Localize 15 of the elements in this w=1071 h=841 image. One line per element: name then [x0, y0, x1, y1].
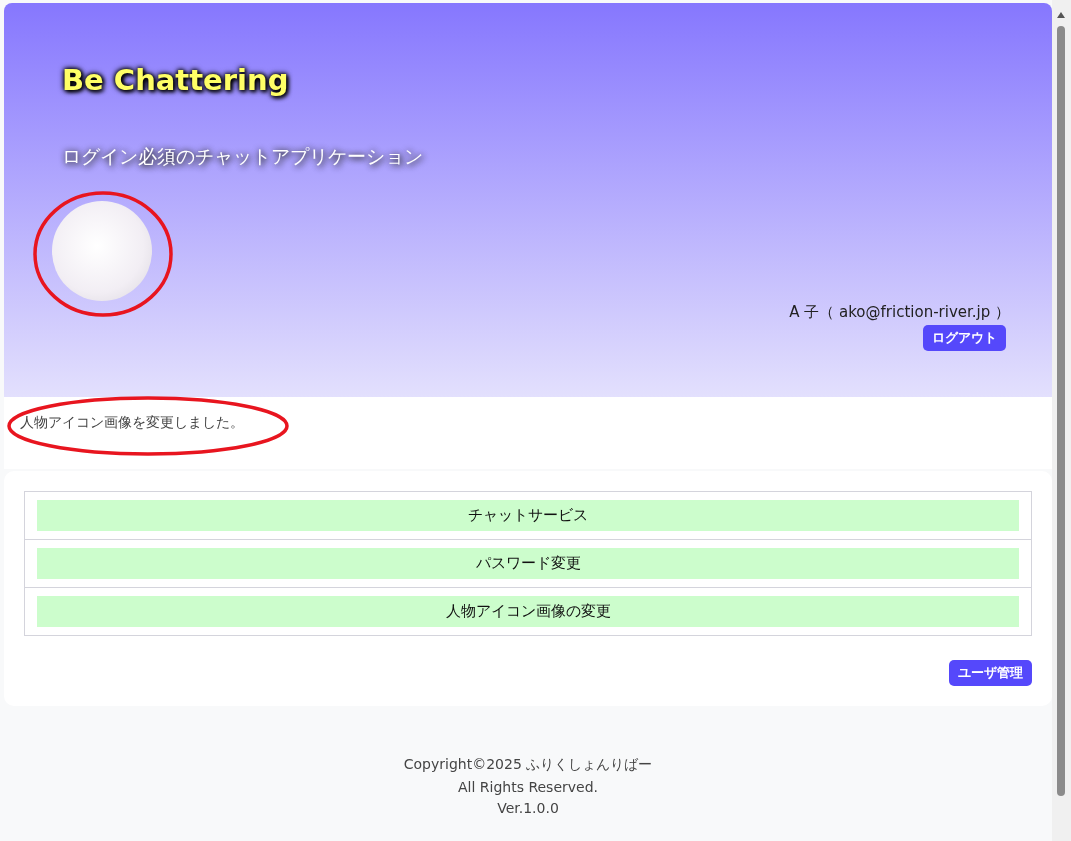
scrollbar-thumb[interactable] [1057, 26, 1065, 796]
user-admin-button[interactable]: ユーザ管理 [949, 660, 1032, 686]
menu-link[interactable]: パスワード変更 [37, 548, 1019, 579]
logout-button[interactable]: ログアウト [923, 325, 1006, 351]
user-name-email: A 子（ ako@friction-river.jp ） [789, 303, 1010, 322]
app-title: Be Chattering [62, 63, 289, 97]
menu-link[interactable]: 人物アイコン画像の変更 [37, 596, 1019, 627]
menu-link[interactable]: チャットサービス [37, 500, 1019, 531]
status-message: 人物アイコン画像を変更しました。 [20, 414, 244, 432]
footer-text: Copyright©2025 ふりくしょんりばー [403, 756, 653, 774]
scroll-up-icon[interactable] [1057, 12, 1065, 18]
app-subtitle: ログイン必須のチャットアプリケーション [62, 144, 423, 169]
footer-text: Ver.1.0.0 [497, 800, 559, 816]
scrollbar[interactable] [1052, 0, 1071, 841]
footer-text: All Rights Reserved. [458, 779, 598, 795]
